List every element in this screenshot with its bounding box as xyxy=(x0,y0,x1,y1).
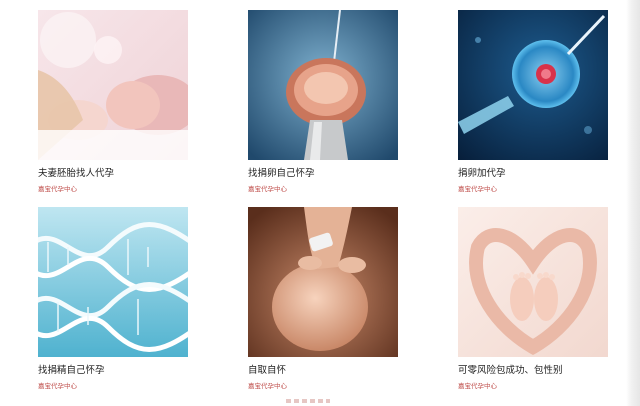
heart-hands-illustration xyxy=(458,207,608,357)
card-title[interactable]: 可零风险包成功、包性别 xyxy=(458,365,608,377)
pregnant-belly-image[interactable] xyxy=(248,207,398,357)
card-subtitle[interactable]: 嘉宝代孕中心 xyxy=(458,185,608,194)
mother-baby-illustration xyxy=(38,10,188,160)
service-card-2[interactable]: 找捐卵自己怀孕 嘉宝代孕中心 xyxy=(248,10,398,194)
cropped-text-fragment xyxy=(286,399,330,403)
heart-hands-baby-feet-image[interactable] xyxy=(458,207,608,357)
card-title[interactable]: 捐卵加代孕 xyxy=(458,168,608,180)
card-subtitle[interactable]: 嘉宝代孕中心 xyxy=(248,382,398,391)
service-card-1[interactable]: 夫妻胚胎找人代孕 嘉宝代孕中心 xyxy=(38,10,188,194)
service-grid: 夫妻胚胎找人代孕 嘉宝代孕中心 找捐卵自己怀孕 嘉宝代孕中心 捐卵加代孕 嘉宝代… xyxy=(0,0,640,406)
mother-baby-image[interactable] xyxy=(38,10,188,160)
card-subtitle[interactable]: 嘉宝代孕中心 xyxy=(248,185,398,194)
egg-cell-illustration xyxy=(458,10,608,160)
card-title[interactable]: 自取自怀 xyxy=(248,365,398,377)
uterus-procedure-image[interactable] xyxy=(248,10,398,160)
dna-helix-image[interactable] xyxy=(38,207,188,357)
card-subtitle[interactable]: 嘉宝代孕中心 xyxy=(458,382,608,391)
service-card-4[interactable]: 找捐精自己怀孕 嘉宝代孕中心 xyxy=(38,207,188,391)
card-title[interactable]: 找捐精自己怀孕 xyxy=(38,365,188,377)
service-card-3[interactable]: 捐卵加代孕 嘉宝代孕中心 xyxy=(458,10,608,194)
card-title[interactable]: 夫妻胚胎找人代孕 xyxy=(38,168,188,180)
uterus-illustration xyxy=(248,10,398,160)
card-subtitle[interactable]: 嘉宝代孕中心 xyxy=(38,382,188,391)
service-card-6[interactable]: 可零风险包成功、包性别 嘉宝代孕中心 xyxy=(458,207,608,391)
card-subtitle[interactable]: 嘉宝代孕中心 xyxy=(38,185,188,194)
service-card-5[interactable]: 自取自怀 嘉宝代孕中心 xyxy=(248,207,398,391)
dna-illustration xyxy=(38,207,188,357)
pregnant-belly-illustration xyxy=(248,207,398,357)
card-title[interactable]: 找捐卵自己怀孕 xyxy=(248,168,398,180)
egg-injection-image[interactable] xyxy=(458,10,608,160)
